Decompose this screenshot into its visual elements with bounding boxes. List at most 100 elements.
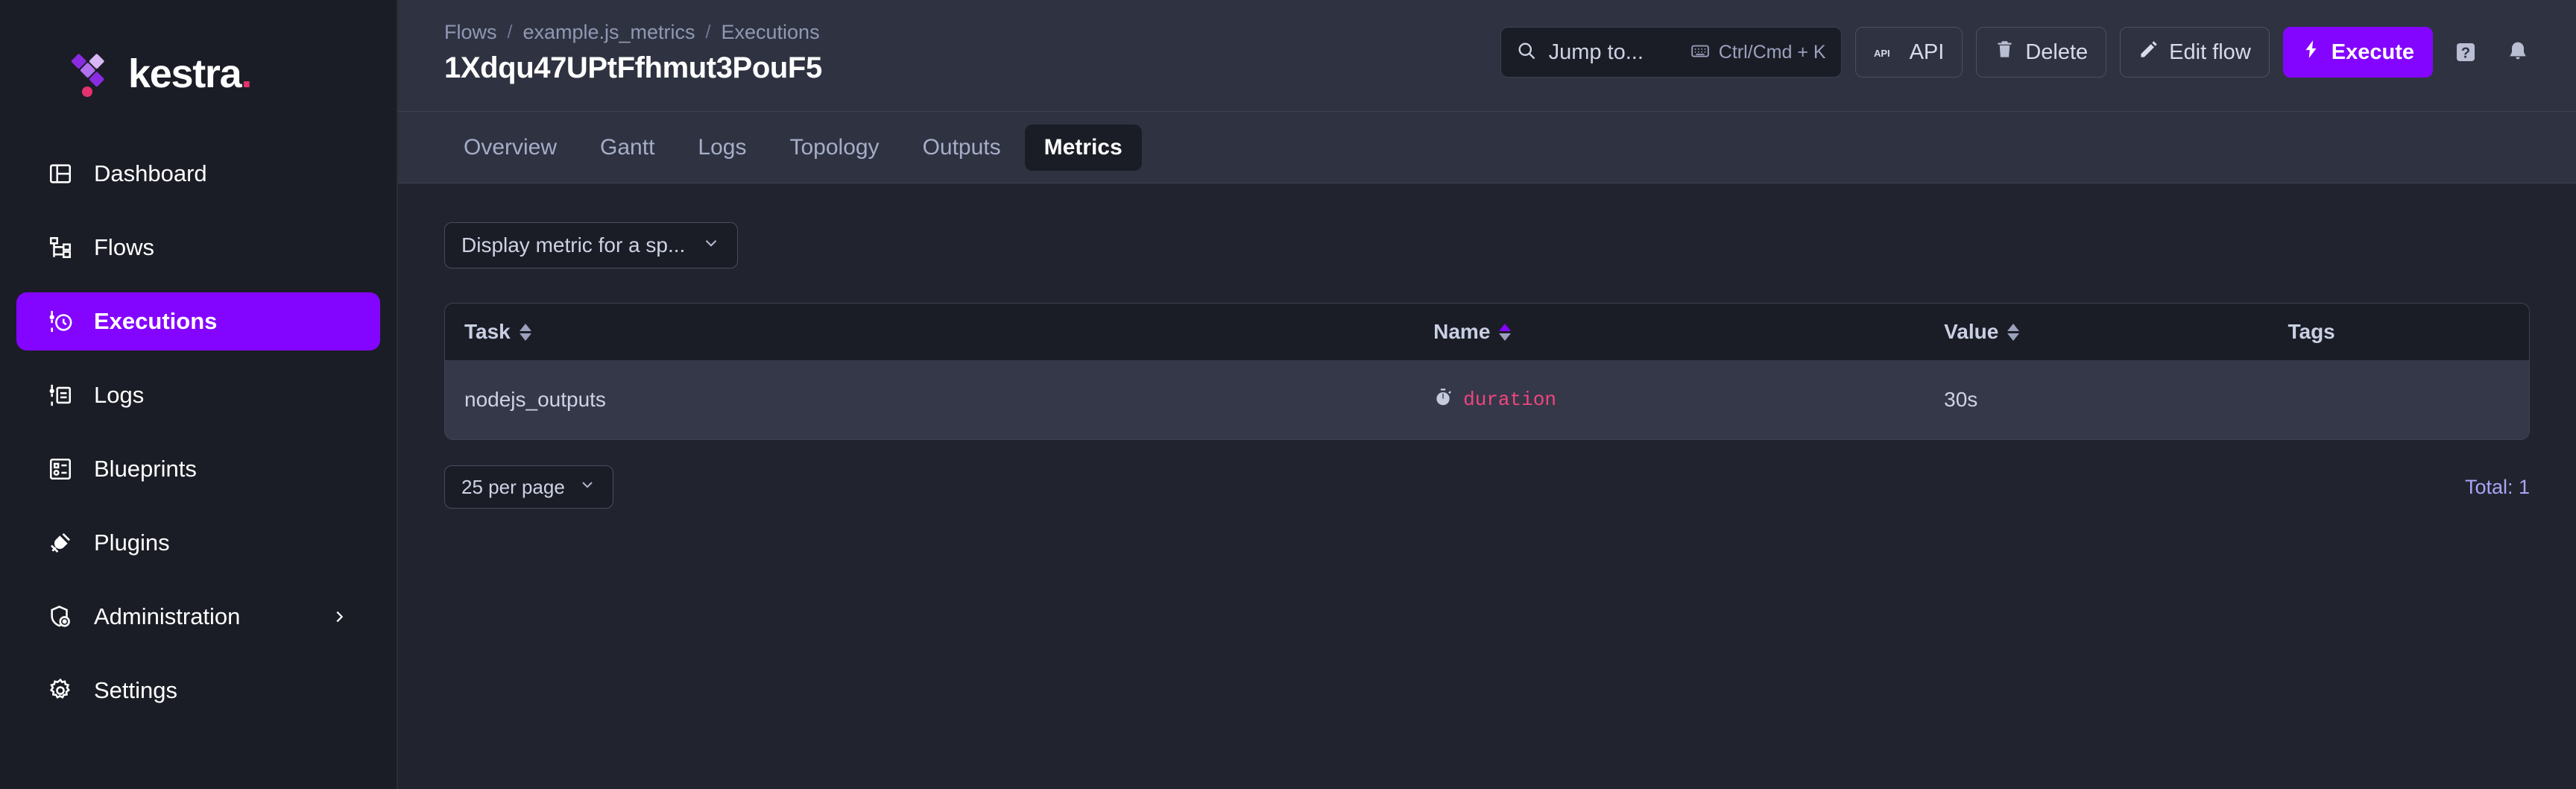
sidebar-item-settings[interactable]: Settings [16, 661, 380, 720]
sidebar-item-dashboard[interactable]: Dashboard [16, 145, 380, 203]
page-title: 1Xdqu47UPtFfhmut3PouF5 [444, 50, 1500, 86]
tab-metrics[interactable]: Metrics [1025, 125, 1142, 171]
per-page-select[interactable]: 25 per page [444, 465, 613, 509]
table-body: nodejs_outputs [445, 360, 2529, 439]
column-header-tags: Tags [2268, 304, 2529, 360]
executions-icon [46, 307, 75, 336]
cell-value: 30s [1925, 360, 2268, 439]
timer-icon [1433, 388, 1453, 412]
breadcrumb-item-flow[interactable]: example.js_metrics [523, 21, 695, 44]
brand-logo[interactable]: kestra. [0, 42, 397, 106]
breadcrumb-separator: / [706, 22, 711, 43]
pencil-icon [2138, 40, 2159, 66]
sidebar-item-label: Plugins [94, 529, 170, 556]
search-shortcut: Ctrl/Cmd + K [1690, 41, 1826, 64]
sidebar-item-label: Blueprints [94, 456, 197, 482]
breadcrumb-item-flows[interactable]: Flows [444, 21, 497, 44]
search-shortcut-label: Ctrl/Cmd + K [1719, 42, 1826, 63]
sidebar-item-blueprints[interactable]: Blueprints [16, 440, 380, 498]
metrics-table: Task Name [444, 303, 2530, 440]
search-placeholder: Jump to... [1549, 40, 1679, 65]
tab-overview[interactable]: Overview [444, 125, 576, 171]
svg-text:API: API [1874, 48, 1890, 59]
table-header: Task Name [445, 304, 2529, 360]
app-root: kestra. Dashboard Flows [0, 0, 2576, 789]
svg-text:?: ? [2461, 45, 2470, 61]
tab-topology[interactable]: Topology [770, 125, 898, 171]
cell-tags [2268, 360, 2529, 439]
edit-flow-button[interactable]: Edit flow [2120, 27, 2270, 78]
sidebar-item-label: Flows [94, 234, 154, 261]
api-button[interactable]: API API [1855, 27, 1963, 78]
sidebar-item-label: Administration [94, 603, 240, 630]
execute-button-label: Execute [2332, 40, 2414, 65]
metric-name-label: duration [1463, 389, 1556, 411]
kestra-diamond-logo-icon [63, 51, 112, 97]
blueprints-icon [46, 455, 75, 483]
table-header-row: Task Name [445, 304, 2529, 360]
trash-icon [1995, 40, 2015, 66]
tab-logs[interactable]: Logs [678, 125, 765, 171]
column-header-tags-label: Tags [2288, 320, 2334, 344]
administration-icon [46, 603, 75, 631]
chevron-down-icon [701, 233, 721, 258]
edit-flow-button-label: Edit flow [2169, 40, 2251, 65]
lightning-icon [2302, 40, 2321, 65]
cell-task: nodejs_outputs [445, 360, 1414, 439]
sidebar: kestra. Dashboard Flows [0, 0, 398, 789]
sidebar-item-label: Dashboard [94, 160, 207, 187]
metric-filter-label: Display metric for a sp... [461, 233, 685, 257]
breadcrumb-item-executions[interactable]: Executions [722, 21, 820, 44]
column-header-name[interactable]: Name [1414, 304, 1925, 360]
sidebar-item-flows[interactable]: Flows [16, 219, 380, 277]
sort-toggle-task-icon[interactable] [520, 324, 531, 341]
cell-name: duration [1414, 360, 1925, 439]
sidebar-item-plugins[interactable]: Plugins [16, 514, 380, 572]
settings-gear-icon [46, 676, 75, 705]
header-actions: Jump to... Ctrl/Cmd + K API AP [1500, 12, 2537, 78]
plugins-icon [46, 529, 75, 557]
delete-button-label: Delete [2025, 40, 2088, 65]
table-row[interactable]: nodejs_outputs [445, 360, 2529, 439]
total-count: Total: 1 [2465, 476, 2530, 499]
search-input[interactable]: Jump to... Ctrl/Cmd + K [1500, 27, 1842, 78]
column-header-value[interactable]: Value [1925, 304, 2268, 360]
sidebar-item-executions[interactable]: Executions [16, 292, 380, 351]
help-icon[interactable]: ? [2446, 33, 2485, 72]
delete-button[interactable]: Delete [1976, 27, 2106, 78]
keyboard-icon [1690, 41, 1710, 64]
column-header-value-label: Value [1944, 320, 1998, 344]
breadcrumb-separator: / [508, 22, 513, 43]
sidebar-item-label: Logs [94, 382, 144, 409]
execute-button[interactable]: Execute [2283, 27, 2433, 78]
title-block: Flows / example.js_metrics / Executions … [444, 12, 1500, 86]
sort-toggle-name-icon[interactable] [1499, 324, 1511, 341]
sidebar-nav: Dashboard Flows Execut [0, 145, 397, 720]
breadcrumb: Flows / example.js_metrics / Executions [444, 21, 1500, 44]
tab-gantt[interactable]: Gantt [581, 125, 674, 171]
bell-icon[interactable] [2498, 33, 2537, 72]
dashboard-icon [46, 160, 75, 188]
per-page-label: 25 per page [461, 476, 565, 499]
sort-toggle-value-icon[interactable] [2007, 324, 2019, 341]
sidebar-item-label: Executions [94, 308, 217, 335]
logs-icon [46, 381, 75, 409]
api-button-label: API [1910, 40, 1945, 65]
metrics-panel: Display metric for a sp... Task [398, 183, 2576, 789]
chevron-right-icon [331, 609, 347, 625]
tab-outputs[interactable]: Outputs [903, 125, 1020, 171]
column-header-task-label: Task [464, 320, 511, 344]
search-icon [1516, 40, 1537, 65]
table-footer: 25 per page Total: 1 [444, 465, 2530, 509]
brand-name: kestra. [128, 54, 251, 94]
api-icon: API [1874, 40, 1899, 65]
execution-tabs: Overview Gantt Logs Topology Outputs Met… [398, 112, 2576, 183]
sidebar-item-administration[interactable]: Administration [16, 588, 380, 646]
main-area: Flows / example.js_metrics / Executions … [398, 0, 2576, 789]
top-bar: Flows / example.js_metrics / Executions … [398, 0, 2576, 112]
column-header-task[interactable]: Task [445, 304, 1414, 360]
metric-filter-select[interactable]: Display metric for a sp... [444, 222, 738, 268]
column-header-name-label: Name [1433, 320, 1490, 344]
chevron-down-icon [578, 476, 596, 499]
sidebar-item-logs[interactable]: Logs [16, 366, 380, 424]
